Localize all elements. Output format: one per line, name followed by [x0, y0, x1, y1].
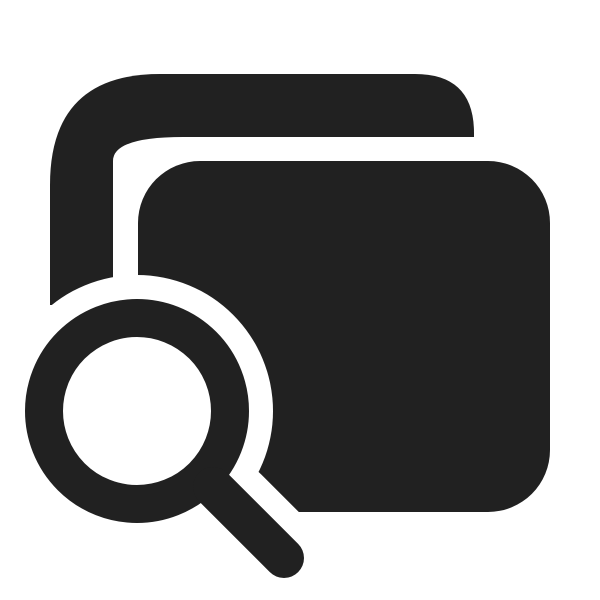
copy-search-icon	[25, 74, 550, 578]
icon-canvas	[0, 0, 600, 600]
